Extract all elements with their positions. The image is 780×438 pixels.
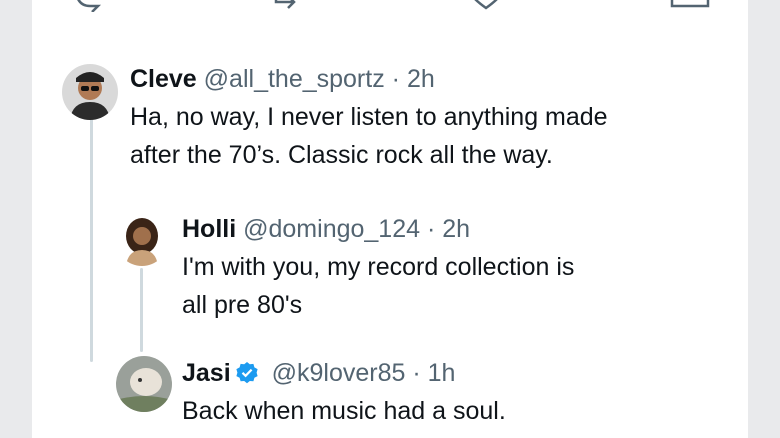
reply-header: Holli @domingo_124 · 2h — [182, 214, 470, 244]
share-icon[interactable] — [668, 0, 712, 12]
tweet-text: I'm with you, my record collection is al… — [182, 253, 575, 319]
like-icon[interactable] — [468, 0, 504, 12]
separator-dot: · — [426, 215, 436, 243]
timestamp[interactable]: 2h — [442, 215, 470, 243]
avatar[interactable] — [116, 214, 168, 266]
avatar-holli-icon — [116, 214, 168, 266]
tweet-text: Back when music had a soul. — [182, 397, 506, 425]
timestamp[interactable]: 2h — [407, 65, 435, 93]
reply-header: Jasi @k9lover85 · 1h — [182, 358, 455, 392]
avatar-cleve-icon — [62, 64, 118, 120]
tweet-text: Ha, no way, I never listen to anything m… — [130, 103, 608, 169]
user-handle[interactable]: @all_the_sportz — [204, 65, 385, 93]
retweet-icon[interactable] — [272, 0, 312, 12]
separator-dot: · — [412, 359, 421, 387]
reply-header: Cleve @all_the_sportz · 2h — [130, 64, 435, 94]
reply-icon[interactable] — [72, 0, 108, 12]
conversation-card: Cleve @all_the_sportz · 2h Ha, no way, I… — [32, 0, 748, 438]
avatar[interactable] — [62, 64, 118, 120]
avatar[interactable] — [116, 356, 172, 412]
timestamp[interactable]: 1h — [428, 359, 456, 387]
thread-line — [90, 116, 93, 362]
display-name[interactable]: Cleve — [130, 65, 197, 93]
display-name[interactable]: Holli — [182, 215, 236, 243]
thread-line — [140, 268, 143, 352]
avatar-jasi-icon — [116, 356, 172, 412]
user-handle[interactable]: @domingo_124 — [243, 215, 420, 243]
verified-badge-icon — [235, 361, 259, 392]
user-handle[interactable]: @k9lover85 — [272, 359, 406, 387]
separator-dot: · — [391, 65, 400, 93]
display-name[interactable]: Jasi — [182, 359, 231, 387]
